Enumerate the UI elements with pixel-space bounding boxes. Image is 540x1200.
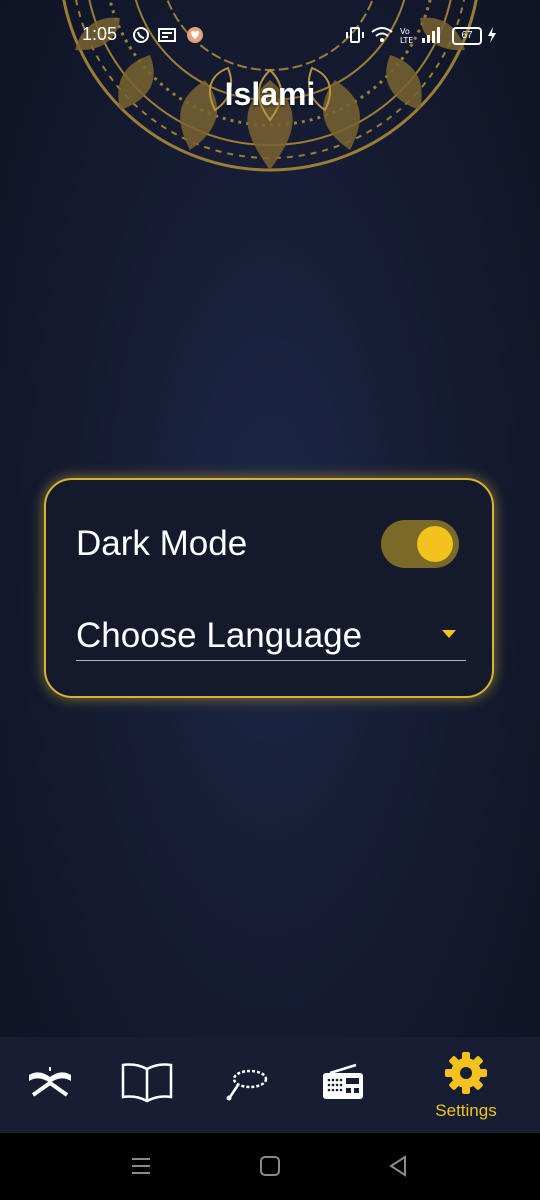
status-bar: 1:05 Vo LTE 67 [0,0,540,72]
settings-card: Dark Mode Choose Language [44,478,494,698]
dark-mode-toggle[interactable] [381,520,459,568]
language-dropdown[interactable]: Choose Language [76,614,466,661]
system-nav-bar [0,1133,540,1200]
charging-icon [486,26,498,49]
health-app-icon [186,26,204,49]
whatsapp-icon [132,26,150,49]
nav-item-radio[interactable] [298,1037,388,1133]
tasbeeh-icon [226,1069,268,1101]
svg-text:Vo: Vo [400,27,410,36]
settings-screen: 1:05 Vo LTE 67 Islami Dark Mode Choose L… [0,0,540,1200]
bottom-nav: Settings [0,1037,540,1133]
dropdown-arrow-icon [442,630,456,638]
nav-label-settings: Settings [435,1101,497,1120]
battery-indicator: 67 [452,27,482,45]
toggle-knob [417,526,453,562]
recent-apps-icon[interactable] [131,1155,151,1177]
signal-icon [421,26,443,49]
notification-icon [158,26,178,49]
status-time: 1:05 [82,24,118,44]
dark-mode-label: Dark Mode [76,524,248,563]
home-icon[interactable] [259,1155,281,1177]
nav-item-tasbeeh[interactable] [202,1037,292,1133]
wifi-icon [371,26,393,49]
nav-item-hadith[interactable] [102,1037,192,1133]
app-title: Islami [224,76,316,112]
back-icon[interactable] [388,1155,408,1177]
book-icon [121,1063,173,1103]
nav-item-quran[interactable] [4,1037,94,1133]
gear-icon [445,1052,487,1094]
radio-icon [323,1063,363,1099]
volte-icon: Vo LTE [400,26,416,49]
language-dropdown-label: Choose Language [76,616,363,655]
nav-item-settings[interactable]: Settings [421,1037,511,1133]
vibrate-icon [346,26,364,49]
svg-text:LTE: LTE [400,36,413,44]
quran-icon [29,1067,71,1097]
